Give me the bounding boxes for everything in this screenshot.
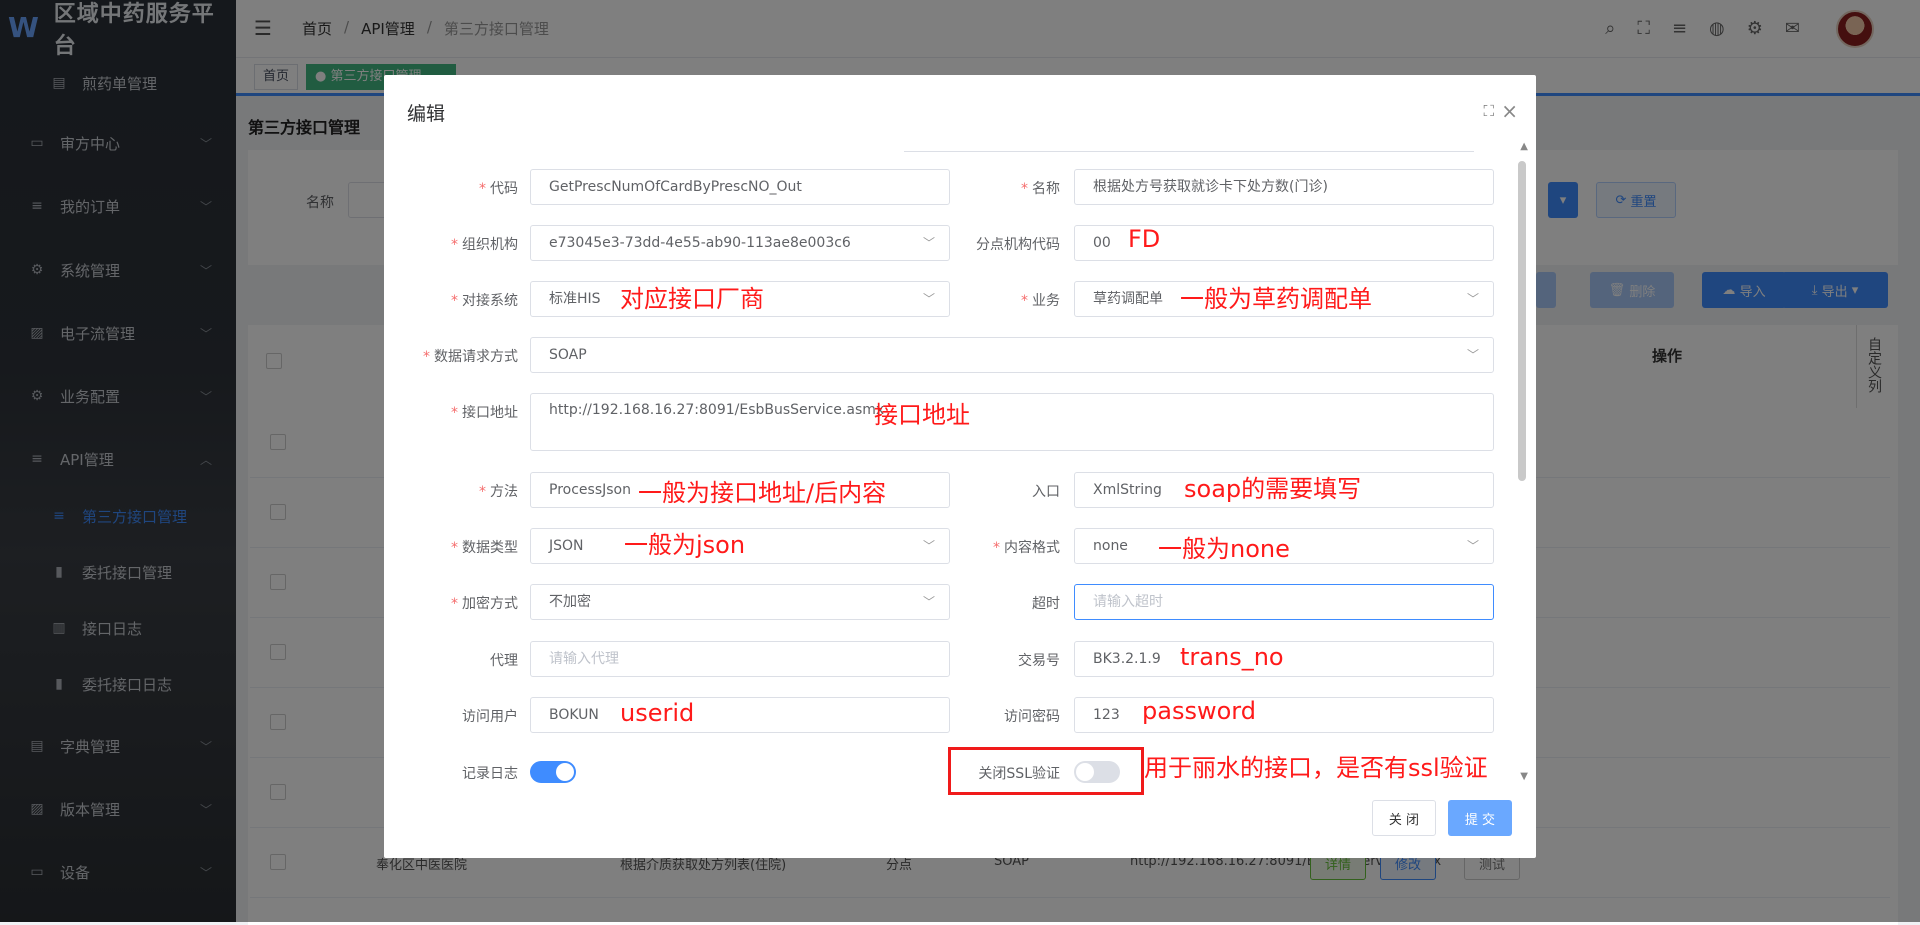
encryption-value: 不加密 xyxy=(549,594,591,610)
annotation-content-format: 一般为none xyxy=(1158,535,1290,563)
divider xyxy=(904,151,1474,153)
password-label: 访问密码 xyxy=(944,706,1060,726)
encryption-select[interactable]: 不加密 ﹀ xyxy=(530,584,950,620)
scroll-down-icon[interactable]: ▼ xyxy=(1520,771,1528,782)
url-label-text: 接口地址 xyxy=(462,405,518,421)
annotation-system: 对应接口厂商 xyxy=(620,285,764,313)
chevron-down-icon: ﹀ xyxy=(923,529,935,563)
annotation-url: 接口地址 xyxy=(874,401,970,429)
request-method-select[interactable]: SOAP ﹀ xyxy=(530,337,1494,373)
encryption-label-text: 加密方式 xyxy=(462,596,518,612)
ssl-label: 关闭SSL验证 xyxy=(944,763,1060,783)
method-label: *方法 xyxy=(384,481,518,501)
business-label-text: 业务 xyxy=(1032,293,1060,309)
log-label: 记录日志 xyxy=(384,763,518,783)
org-label-text: 组织机构 xyxy=(462,237,518,253)
close-icon[interactable]: × xyxy=(1501,99,1518,123)
switch-knob xyxy=(556,763,574,781)
annotation-ssl: 用于丽水的接口，是否有ssl验证 xyxy=(1144,754,1488,782)
chevron-down-icon: ﹀ xyxy=(1467,529,1479,563)
encryption-label: *加密方式 xyxy=(384,593,518,613)
request-method-label: *数据请求方式 xyxy=(384,346,518,366)
annotation-password: password xyxy=(1142,697,1256,725)
org-select-value: e73045e3-73dd-4e55-ab90-113ae8e003c6 xyxy=(549,235,851,251)
password-input[interactable]: 123 xyxy=(1074,697,1494,733)
timeout-input[interactable]: 请输入超时 xyxy=(1074,584,1494,620)
chevron-down-icon: ﹀ xyxy=(1467,338,1479,372)
edit-dialog: 编辑 ⛶ × *代码 GetPrescNumOfCardByPrescNO_Ou… xyxy=(384,75,1536,858)
system-select-value: 标准HIS xyxy=(549,291,601,307)
chevron-down-icon: ﹀ xyxy=(923,282,935,316)
fullscreen-icon[interactable]: ⛶ xyxy=(1483,102,1494,120)
annotation-user: userid xyxy=(620,699,694,727)
switch-knob xyxy=(1076,763,1094,781)
annotation-entry: soap的需要填写 xyxy=(1184,475,1361,503)
entry-label: 入口 xyxy=(944,481,1060,501)
business-label: *业务 xyxy=(944,290,1060,310)
dialog-scrollbar[interactable] xyxy=(1518,161,1526,481)
org-select[interactable]: e73045e3-73dd-4e55-ab90-113ae8e003c6 ﹀ xyxy=(530,225,950,261)
name-label-text: 名称 xyxy=(1032,181,1060,197)
user-label: 访问用户 xyxy=(384,706,518,726)
name-input[interactable]: 根据处方号获取就诊卡下处方数(门诊) xyxy=(1074,169,1494,205)
org-label: *组织机构 xyxy=(384,234,518,254)
system-label: *对接系统 xyxy=(384,290,518,310)
business-select-value: 草药调配单 xyxy=(1093,291,1163,307)
timeout-label: 超时 xyxy=(944,593,1060,613)
annotation-business: 一般为草药调配单 xyxy=(1180,285,1372,313)
request-method-label-text: 数据请求方式 xyxy=(434,349,518,365)
proxy-input[interactable]: 请输入代理 xyxy=(530,641,950,677)
ssl-switch[interactable] xyxy=(1074,761,1120,783)
close-button[interactable]: 关 闭 xyxy=(1372,800,1436,836)
chevron-down-icon: ﹀ xyxy=(923,585,935,619)
dialog-title: 编辑 xyxy=(407,99,445,126)
data-type-value: JSON xyxy=(549,538,584,554)
url-label: *接口地址 xyxy=(384,402,518,422)
data-type-label-text: 数据类型 xyxy=(462,540,518,556)
code-label: *代码 xyxy=(384,178,518,198)
code-label-text: 代码 xyxy=(490,181,518,197)
annotation-trans-no: trans_no xyxy=(1180,643,1284,671)
trans-no-input[interactable]: BK3.2.1.9 xyxy=(1074,641,1494,677)
submit-button[interactable]: 提 交 xyxy=(1448,800,1512,836)
request-method-value: SOAP xyxy=(549,347,587,363)
branch-code-label: 分点机构代码 xyxy=(944,234,1060,254)
content-format-value: none xyxy=(1093,538,1128,554)
code-input[interactable]: GetPrescNumOfCardByPrescNO_Out xyxy=(530,169,950,205)
content-format-label: *内容格式 xyxy=(944,537,1060,557)
log-switch[interactable] xyxy=(530,761,576,783)
system-label-text: 对接系统 xyxy=(462,293,518,309)
trans-no-label: 交易号 xyxy=(944,650,1060,670)
scroll-up-icon[interactable]: ▲ xyxy=(1520,141,1528,152)
annotation-method: 一般为接口地址/后内容 xyxy=(638,479,886,507)
method-label-text: 方法 xyxy=(490,484,518,500)
annotation-fd: FD xyxy=(1128,225,1160,253)
chevron-down-icon: ﹀ xyxy=(1467,282,1479,316)
content-format-label-text: 内容格式 xyxy=(1004,540,1060,556)
name-label: *名称 xyxy=(944,178,1060,198)
annotation-data-type: 一般为json xyxy=(624,531,745,559)
chevron-down-icon: ﹀ xyxy=(923,226,935,260)
user-input[interactable]: BOKUN xyxy=(530,697,950,733)
url-textarea[interactable]: http://192.168.16.27:8091/EsbBusService.… xyxy=(530,393,1494,451)
proxy-label: 代理 xyxy=(384,650,518,670)
data-type-label: *数据类型 xyxy=(384,537,518,557)
